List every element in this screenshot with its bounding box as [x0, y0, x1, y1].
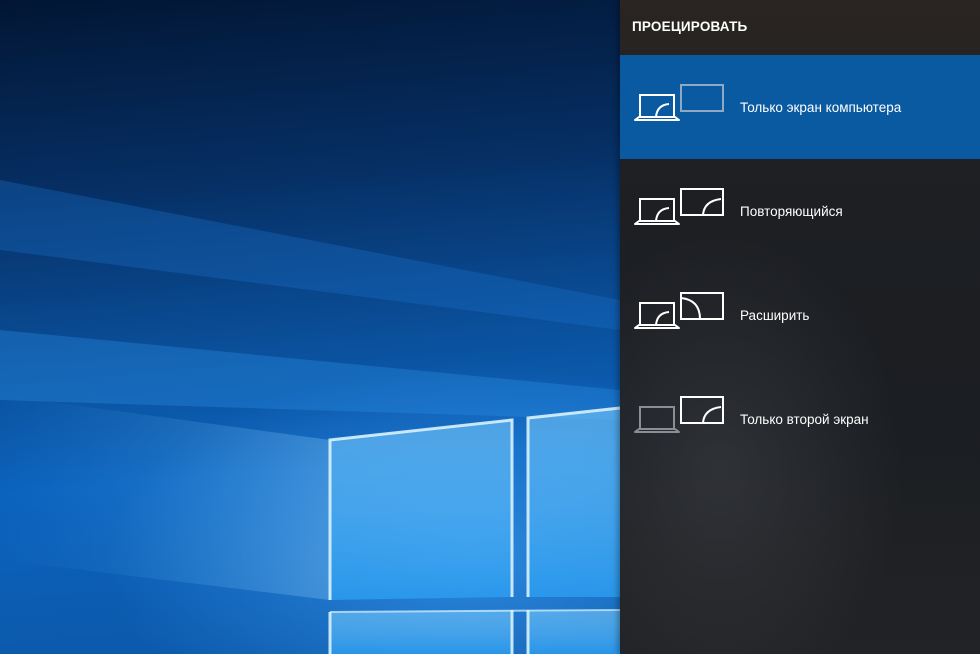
option-label-extend: Расширить — [740, 308, 810, 323]
pc-screen-only-icon — [634, 84, 724, 121]
option-second-screen-only[interactable]: Только второй экран — [620, 367, 980, 471]
option-label-duplicate: Повторяющийся — [740, 204, 843, 219]
option-extend[interactable]: Расширить — [620, 263, 980, 367]
panel-title: ПРОЕЦИРОВАТЬ — [632, 19, 748, 34]
duplicate-icon — [634, 188, 724, 225]
project-panel: ПРОЕЦИРОВАТЬ Только экран компьютера Пов… — [620, 0, 980, 654]
option-duplicate[interactable]: Повторяющийся — [620, 159, 980, 263]
desktop-wallpaper — [0, 0, 620, 654]
windows-logo-light — [0, 180, 620, 654]
extend-icon — [634, 292, 724, 329]
option-pc-screen-only[interactable]: Только экран компьютера — [620, 55, 980, 159]
second-screen-only-icon — [634, 396, 724, 433]
option-label-second-screen-only: Только второй экран — [740, 412, 869, 427]
screen: ПРОЕЦИРОВАТЬ Только экран компьютера Пов… — [0, 0, 980, 654]
option-label-pc-screen-only: Только экран компьютера — [740, 100, 902, 115]
